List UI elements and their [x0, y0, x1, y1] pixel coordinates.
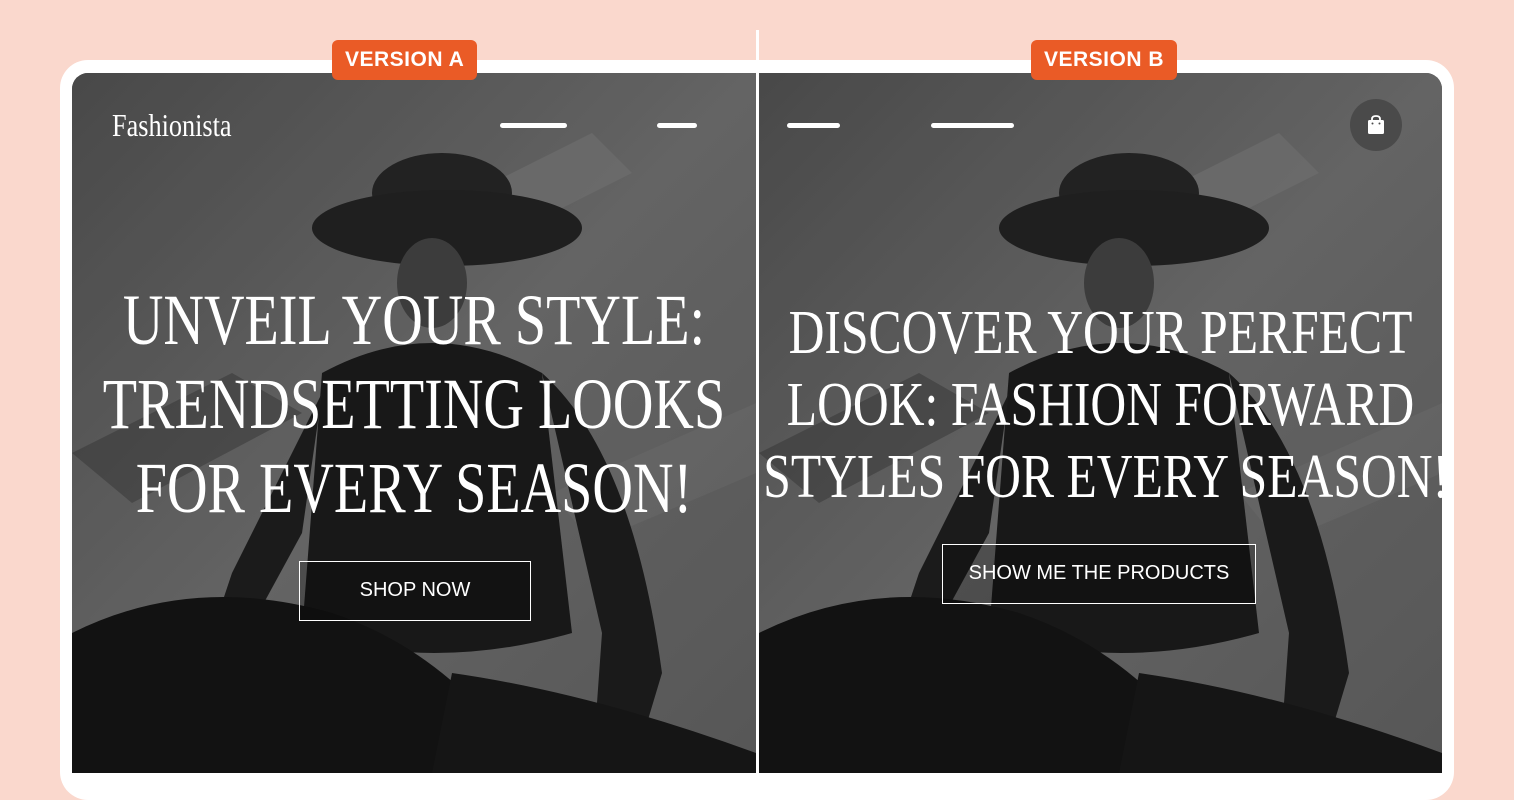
headline-line: DISCOVER YOUR PERFECT: [788, 299, 1413, 367]
version-a-preview: Fashionista UNVEIL YOUR STYLE: TRENDSETT…: [72, 73, 756, 773]
nav-item-placeholder[interactable]: [500, 123, 567, 128]
headline-line: STYLES FOR EVERY SEASON!: [763, 443, 1442, 511]
nav-item-placeholder[interactable]: [657, 123, 697, 128]
brand-logo[interactable]: Fashionista: [112, 107, 232, 144]
nav-item-placeholder[interactable]: [787, 123, 840, 128]
headline-line: UNVEIL YOUR STYLE:: [122, 280, 706, 360]
version-b-badge: VERSION B: [1031, 40, 1178, 80]
headline-line: TRENDSETTING LOOKS: [102, 364, 726, 444]
version-divider: [756, 30, 759, 760]
hero-headline: DISCOVER YOUR PERFECT LOOK: FASHION FORW…: [763, 297, 1442, 513]
shop-now-button[interactable]: SHOP NOW: [299, 561, 531, 621]
headline-line: LOOK: FASHION FORWARD: [786, 371, 1415, 439]
headline-line: FOR EVERY SEASON!: [135, 448, 693, 528]
hero-headline: UNVEIL YOUR STYLE: TRENDSETTING LOOKS FO…: [100, 278, 727, 530]
nav-item-placeholder[interactable]: [931, 123, 1014, 128]
cart-button[interactable]: [1350, 99, 1402, 151]
version-b-preview: DISCOVER YOUR PERFECT LOOK: FASHION FORW…: [759, 73, 1442, 773]
shopping-bag-icon: [1368, 115, 1384, 134]
version-a-badge: VERSION A: [332, 40, 478, 80]
show-products-button[interactable]: SHOW ME THE PRODUCTS: [942, 544, 1256, 604]
